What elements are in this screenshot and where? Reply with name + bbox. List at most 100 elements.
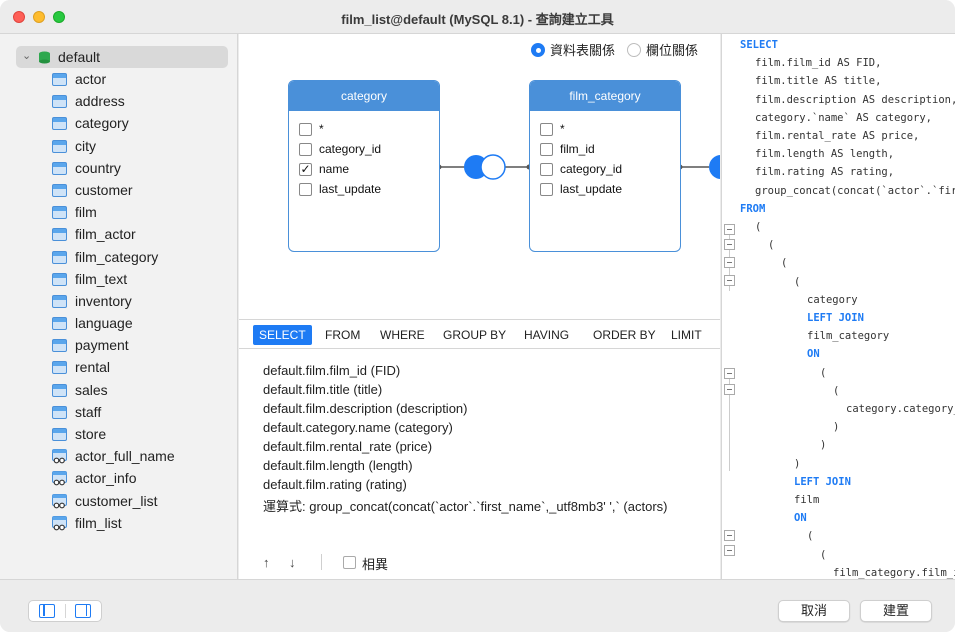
- field-checkbox[interactable]: [540, 163, 553, 176]
- field-row[interactable]: *: [530, 119, 680, 139]
- field-checkbox[interactable]: [540, 123, 553, 136]
- table-list: actor address category city country customer f…: [0, 68, 237, 534]
- fold-toggle[interactable]: [724, 530, 735, 541]
- sidebar-item-actor-full-name[interactable]: actor_full_name: [0, 445, 237, 467]
- sidebar-item-actor-info[interactable]: actor_info: [0, 467, 237, 489]
- move-down-button[interactable]: ↓: [289, 555, 296, 570]
- sidebar-item-payment[interactable]: payment: [0, 334, 237, 356]
- sidebar-item-film[interactable]: film: [0, 201, 237, 223]
- tab-limit[interactable]: LIMIT: [665, 325, 708, 345]
- table-icon: [52, 361, 67, 375]
- sidebar-item-label: customer: [75, 181, 133, 198]
- sidebar-item-country[interactable]: country: [0, 157, 237, 179]
- field-checkbox[interactable]: [299, 183, 312, 196]
- sidebar-item-staff[interactable]: staff: [0, 401, 237, 423]
- field-item[interactable]: default.film.title (title): [263, 382, 382, 397]
- table-icon: [52, 95, 67, 109]
- field-item[interactable]: default.category.name (category): [263, 420, 453, 435]
- distinct-checkbox[interactable]: [343, 556, 356, 569]
- table-icon: [52, 139, 67, 153]
- field-row[interactable]: last_update: [289, 179, 439, 199]
- fold-toggle[interactable]: [724, 224, 735, 235]
- left-sidebar-toggle-icon[interactable]: [39, 604, 55, 618]
- build-button[interactable]: 建置: [860, 600, 932, 622]
- sql-line: film_category: [807, 330, 890, 343]
- fold-toggle[interactable]: [724, 275, 735, 286]
- sidebar-item-film-text[interactable]: film_text: [0, 268, 237, 290]
- sql-line: ): [820, 439, 827, 452]
- field-label: film_id: [560, 142, 595, 156]
- expression-field-item[interactable]: 運算式: group_concat(concat(`actor`.`first_…: [263, 496, 668, 515]
- table-card-film-category[interactable]: film_category * film_id category_id last_up…: [529, 80, 681, 252]
- fold-toggle[interactable]: [724, 239, 735, 250]
- field-row[interactable]: film_id: [530, 139, 680, 159]
- table-card-title[interactable]: film_category: [530, 81, 680, 111]
- sidebar-item-address[interactable]: address: [0, 90, 237, 112]
- right-sidebar-toggle-icon[interactable]: [75, 604, 91, 618]
- sql-line: (: [807, 530, 814, 543]
- fold-toggle[interactable]: [724, 257, 735, 268]
- tab-order-by[interactable]: ORDER BY: [587, 325, 662, 345]
- sidebar-item-label: film_category: [75, 248, 159, 265]
- field-label: *: [560, 122, 565, 136]
- fold-toggle[interactable]: [724, 545, 735, 556]
- field-item[interactable]: default.film.rental_rate (price): [263, 439, 432, 454]
- field-checkbox[interactable]: [540, 143, 553, 156]
- sidebar-item-rental[interactable]: rental: [0, 356, 237, 378]
- join-offscreen-node[interactable]: [709, 155, 720, 179]
- field-row[interactable]: ✓ name: [289, 159, 439, 179]
- sql-line: (: [768, 239, 775, 252]
- sidebar-item-sales[interactable]: sales: [0, 379, 237, 401]
- field-item[interactable]: default.film.description (description): [263, 401, 467, 416]
- table-card-title[interactable]: category: [289, 81, 439, 111]
- sidebar-item-film-category[interactable]: film_category: [0, 246, 237, 268]
- table-icon: [52, 405, 67, 419]
- field-item[interactable]: default.film.length (length): [263, 458, 413, 473]
- database-icon: [39, 51, 50, 64]
- sidebar-item-language[interactable]: language: [0, 312, 237, 334]
- table-icon: [52, 117, 67, 131]
- field-checkbox[interactable]: [540, 183, 553, 196]
- sidebar-item-customer-list[interactable]: customer_list: [0, 490, 237, 512]
- cancel-button[interactable]: 取消: [778, 600, 850, 622]
- sidebar-item-actor[interactable]: actor: [0, 68, 237, 90]
- sidebar-item-city[interactable]: city: [0, 135, 237, 157]
- field-row[interactable]: category_id: [289, 139, 439, 159]
- footer-divider: [321, 554, 322, 570]
- sidebar-item-film-actor[interactable]: film_actor: [0, 223, 237, 245]
- field-row[interactable]: category_id: [530, 159, 680, 179]
- tab-having[interactable]: HAVING: [518, 325, 575, 345]
- fold-toggle[interactable]: [724, 368, 735, 379]
- diagram-canvas[interactable]: 資料表關係 欄位關係 category * category_id ✓ name las…: [239, 34, 720, 319]
- field-row[interactable]: *: [289, 119, 439, 139]
- sql-preview-panel[interactable]: SELECT film.film_id AS FID, film.title AS …: [721, 34, 955, 579]
- sql-keyword: FROM: [740, 202, 766, 215]
- field-item[interactable]: default.film.rating (rating): [263, 477, 407, 492]
- sidebar-item-label: film_actor: [75, 226, 136, 243]
- tab-from[interactable]: FROM: [319, 325, 366, 345]
- selected-fields-list: default.film.film_id (FID) default.film.…: [239, 349, 720, 545]
- sql-line: ): [833, 421, 840, 434]
- tab-group-by[interactable]: GROUP BY: [437, 325, 512, 345]
- sidebar-item-inventory[interactable]: inventory: [0, 290, 237, 312]
- field-item[interactable]: default.film.film_id (FID): [263, 363, 400, 378]
- field-checkbox[interactable]: [299, 123, 312, 136]
- database-node-default[interactable]: ⌄ default: [16, 46, 228, 68]
- join-right-node[interactable]: [480, 154, 506, 180]
- sidebar-item-label: film_list: [75, 514, 122, 531]
- table-card-category[interactable]: category * category_id ✓ name last_update: [288, 80, 440, 252]
- field-label: last_update: [560, 182, 623, 196]
- tab-select[interactable]: SELECT: [253, 325, 312, 345]
- sidebar-item-customer[interactable]: customer: [0, 179, 237, 201]
- tab-where[interactable]: WHERE: [374, 325, 431, 345]
- move-up-button[interactable]: ↑: [263, 555, 270, 570]
- sidebar-item-store[interactable]: store: [0, 423, 237, 445]
- field-row[interactable]: last_update: [530, 179, 680, 199]
- fold-toggle[interactable]: [724, 384, 735, 395]
- field-checkbox[interactable]: [299, 143, 312, 156]
- sidebar-item-label: address: [75, 93, 125, 110]
- field-checkbox[interactable]: ✓: [299, 163, 312, 176]
- sidebar-item-category[interactable]: category: [0, 112, 237, 134]
- chevron-down-icon[interactable]: ⌄: [22, 49, 31, 62]
- sidebar-item-film-list[interactable]: film_list: [0, 512, 237, 534]
